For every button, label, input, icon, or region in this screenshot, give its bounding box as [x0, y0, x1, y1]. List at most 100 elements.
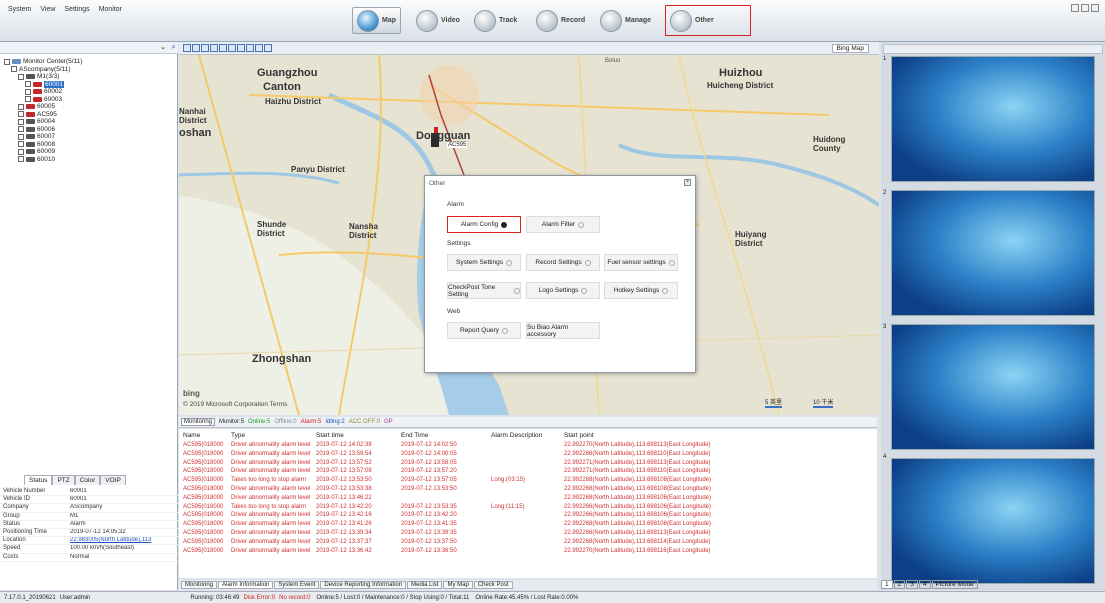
checkbox[interactable] — [18, 103, 24, 110]
tree-node[interactable]: 60004 — [18, 118, 55, 125]
tree-node[interactable]: 60002 — [25, 88, 62, 95]
menu-settings[interactable]: Settings — [64, 6, 89, 13]
nav-map-button[interactable]: Map — [352, 7, 401, 34]
tab-color[interactable]: Color — [74, 475, 101, 485]
tab-device-reporting[interactable]: Device Reporting Information — [320, 581, 407, 589]
alarm-filter-button[interactable]: Alarm Filter — [526, 216, 600, 233]
video-slot-4[interactable] — [891, 458, 1095, 584]
page-tab-4[interactable]: 4 — [918, 580, 931, 589]
search-map-icon[interactable] — [246, 44, 254, 52]
picture-mode-tab[interactable]: Picture Mode — [931, 580, 978, 589]
nav-manage-button[interactable]: Manage — [596, 7, 655, 34]
checkbox[interactable] — [4, 58, 10, 65]
video-slot-3[interactable] — [891, 324, 1095, 450]
table-row[interactable]: AC595(018000 Driver abnormality alarm lev… — [179, 495, 877, 504]
col-start-point[interactable]: Start point — [564, 432, 594, 439]
col-end-time[interactable]: End Time — [401, 432, 428, 439]
vehicle-search-bar[interactable]: ⌄ ⌕ — [0, 42, 178, 54]
checkbox[interactable] — [11, 66, 17, 72]
checkbox[interactable] — [18, 133, 24, 140]
nav-video-button[interactable]: Video — [412, 7, 464, 34]
minimize-button[interactable] — [1071, 4, 1079, 12]
page-tab-3[interactable]: 3 — [906, 580, 918, 589]
checkpost-tone-button[interactable]: CheckPost Tone Setting — [447, 282, 521, 299]
table-row[interactable]: AC595(018000 Driver abnormality alarm lev… — [179, 548, 877, 557]
checkbox[interactable] — [18, 111, 24, 117]
tab-system-event[interactable]: System Event — [274, 581, 320, 589]
video-slot-1[interactable] — [891, 56, 1095, 182]
tab-ptz[interactable]: PTZ — [52, 475, 75, 485]
nav-other-button[interactable]: Other — [665, 5, 751, 36]
marker-icon[interactable] — [228, 44, 236, 52]
col-type[interactable]: Type — [231, 432, 245, 439]
tree-node[interactable]: 60003 — [25, 96, 62, 103]
tree-node[interactable]: M1(3/3) — [18, 73, 59, 80]
page-tab-1[interactable]: 1 — [881, 580, 893, 589]
tree-node[interactable]: 60010 — [18, 156, 55, 163]
tab-media-list[interactable]: Media List — [407, 581, 443, 589]
layers-icon[interactable] — [264, 44, 272, 52]
video-slot-2[interactable] — [891, 190, 1095, 316]
system-settings-button[interactable]: System Settings — [447, 254, 521, 271]
rect-select-icon[interactable] — [219, 44, 227, 52]
close-button[interactable] — [1091, 4, 1099, 12]
col-start-time[interactable]: Start time — [316, 432, 344, 439]
checkbox[interactable] — [18, 126, 24, 132]
logo-settings-button[interactable]: Logo Settings — [526, 282, 600, 299]
tree-node[interactable]: 60001 — [25, 80, 65, 88]
tree-node[interactable]: AC595 — [18, 111, 57, 118]
tree-node[interactable]: 60009 — [18, 148, 55, 155]
tab-alarm-information[interactable]: Alarm Information — [218, 581, 274, 589]
page-tab-2[interactable]: 2 — [893, 580, 906, 589]
tree-node[interactable]: 60008 — [18, 141, 55, 148]
menu-view[interactable]: View — [40, 6, 55, 13]
tree-node[interactable]: AScompany(5/11) — [11, 66, 71, 73]
table-row[interactable]: AC595(018000 Driver abnormality alarm lev… — [179, 512, 877, 521]
tree-node[interactable]: Monitor Center(5/11) — [4, 58, 83, 65]
tab-check-post[interactable]: Check Post — [473, 581, 513, 589]
alarm-config-button[interactable]: Alarm Config — [447, 216, 521, 233]
menu-monitor[interactable]: Monitor — [99, 6, 122, 13]
checkbox[interactable] — [25, 96, 31, 102]
table-row[interactable]: AC595(018000 Driver abnormality alarm lev… — [179, 460, 877, 469]
fullscreen-icon[interactable] — [255, 44, 263, 52]
hotkey-settings-button[interactable]: Hotkey Settings — [604, 282, 678, 299]
checkbox[interactable] — [18, 118, 24, 125]
video-toolbar[interactable] — [883, 44, 1103, 54]
checkbox[interactable] — [18, 141, 24, 147]
table-row[interactable]: AC595(018000 Takes too long to stop alarm… — [179, 477, 877, 486]
fuel-sensor-settings-button[interactable]: Fuel sensor settings — [604, 254, 678, 271]
checkbox[interactable] — [18, 73, 24, 80]
record-settings-button[interactable]: Record Settings — [526, 254, 600, 271]
checkbox[interactable] — [18, 156, 24, 162]
menu-system[interactable]: System — [8, 6, 31, 13]
search-icon[interactable]: ⌕ — [172, 42, 176, 52]
vehicle-marker-label[interactable]: AC595 — [447, 142, 468, 148]
tab-voip[interactable]: VOIP — [100, 475, 126, 485]
zoom-out-icon[interactable] — [192, 44, 200, 52]
circle-select-icon[interactable] — [210, 44, 218, 52]
tree-node[interactable]: 60005 — [18, 103, 55, 110]
col-alarm-description[interactable]: Alarm Description — [491, 432, 542, 439]
pointer-icon[interactable] — [201, 44, 209, 52]
checkbox[interactable] — [25, 88, 31, 95]
table-row[interactable]: AC595(018000 Driver abnormality alarm lev… — [179, 521, 877, 530]
tree-node[interactable]: 60006 — [18, 126, 55, 133]
tree-node[interactable]: 60007 — [18, 133, 55, 140]
nav-track-button[interactable]: Track — [470, 7, 521, 34]
checkbox[interactable] — [25, 81, 31, 87]
table-row[interactable]: AC595(018000 Driver abnormality alarm lev… — [179, 442, 877, 451]
nav-record-button[interactable]: Record — [532, 7, 589, 34]
monitoring-mode-select[interactable]: Monitoring — [181, 418, 216, 426]
table-row[interactable]: AC595(018000 Driver abnormality alarm lev… — [179, 451, 877, 460]
dropdown-arrow-icon[interactable]: ⌄ — [160, 43, 166, 51]
maximize-button[interactable] — [1081, 4, 1089, 12]
col-name[interactable]: Name — [183, 432, 200, 439]
tab-monitoring[interactable]: Monitoring — [181, 581, 218, 589]
table-row[interactable]: AC595(018000 Driver abnormality alarm lev… — [179, 486, 877, 495]
table-row[interactable]: AC595(018000 Takes too long to stop alarm… — [179, 504, 877, 513]
su-biao-alarm-button[interactable]: Su Biao Alarm accessory — [526, 322, 600, 339]
property-value[interactable]: 22.983005(North Latitude),113 — [70, 537, 178, 544]
zoom-in-icon[interactable] — [183, 44, 191, 52]
tab-my-map[interactable]: My Map — [443, 581, 473, 589]
